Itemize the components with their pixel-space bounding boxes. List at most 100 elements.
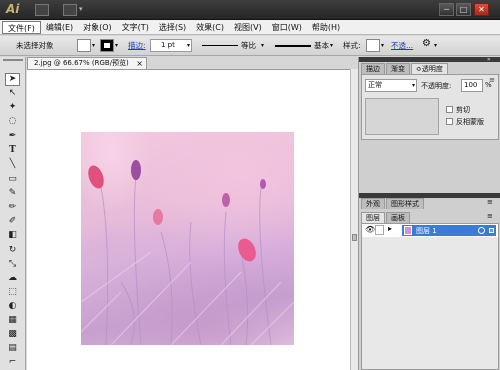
- menu-bar: 文件(F) 编辑(E) 对象(O) 文字(T) 选择(S) 效果(C) 视图(V…: [0, 20, 500, 35]
- tab-gradient[interactable]: 渐变: [386, 63, 410, 74]
- invert-mask-label: 反相蒙版: [456, 118, 484, 126]
- flower-photo: [81, 160, 294, 345]
- chevron-down-icon: ▾: [186, 42, 190, 49]
- menu-file[interactable]: 文件(F): [2, 20, 41, 34]
- opacity-label: 不透明度:: [421, 82, 452, 90]
- free-transform-tool-icon[interactable]: ⬚: [5, 286, 20, 299]
- vertical-scrollbar[interactable]: [350, 69, 358, 370]
- direct-selection-tool-icon[interactable]: ↖: [5, 87, 20, 100]
- chevron-down-icon[interactable]: ▾: [79, 5, 83, 13]
- restore-button[interactable]: □: [456, 3, 471, 16]
- opacity-input[interactable]: 100: [461, 79, 483, 92]
- profile-line: [202, 45, 238, 46]
- menu-type[interactable]: 文字(T): [117, 21, 154, 34]
- placed-image[interactable]: [81, 132, 294, 345]
- tab-artboards[interactable]: 画板: [386, 212, 410, 223]
- expand-triangle-icon[interactable]: ▸: [388, 224, 392, 233]
- opacity-value: 100: [464, 81, 478, 89]
- pencil-tool-icon[interactable]: ✏: [5, 201, 20, 214]
- arrange-documents-icon[interactable]: [63, 4, 77, 16]
- transparency-panel-tabs: 描边 渐变 ≎透明度: [361, 62, 499, 74]
- tools-panel: ➤ ↖ ✦ ◌ ✒ T ╲ ▭ ✎ ✏ ✐ ◧ ↻ ⤡ ☁ ⬚ ◐ ▦ ▩ ▤ …: [0, 57, 26, 370]
- eye-icon[interactable]: 👁: [365, 225, 375, 234]
- stroke-weight-select[interactable]: 1 pt ▾: [150, 39, 192, 52]
- tab-graphic-styles[interactable]: 图形样式: [386, 198, 424, 209]
- panel-menu-icon[interactable]: ≡: [487, 212, 493, 220]
- line-tool-icon[interactable]: ╲: [5, 158, 20, 171]
- transparency-panel: ≡ 正常 ▾ 不透明度: 100 % 剪切 反相蒙版: [361, 74, 499, 140]
- paintbrush-tool-icon[interactable]: ✎: [5, 187, 20, 200]
- mesh-tool-icon[interactable]: ▩: [5, 328, 20, 341]
- scrollbar-thumb[interactable]: [352, 234, 357, 241]
- invert-mask-checkbox[interactable]: [446, 118, 453, 125]
- menu-view[interactable]: 视图(V): [229, 21, 267, 34]
- blend-mode-select[interactable]: 正常 ▾: [365, 79, 417, 92]
- eyedropper-tool-icon[interactable]: ⌐: [5, 356, 20, 369]
- chevron-down-icon: ▾: [330, 42, 334, 49]
- document-setup-icon[interactable]: ⚙: [422, 38, 431, 50]
- bridge-icon[interactable]: [35, 4, 49, 16]
- brush-label: 基本: [314, 41, 329, 50]
- pen-tool-icon[interactable]: ✒: [5, 130, 20, 143]
- chevron-down-icon: ▾: [411, 82, 415, 89]
- stroke-swatch[interactable]: [100, 39, 114, 52]
- fill-swatch[interactable]: [77, 39, 91, 52]
- document-tab[interactable]: 2.jpg @ 66.67% (RGB/预览) ×: [27, 57, 147, 69]
- menu-object[interactable]: 对象(O): [78, 21, 117, 34]
- layer-thumbnail: [404, 226, 412, 235]
- selection-tool-icon[interactable]: ➤: [5, 73, 20, 86]
- gradient-tool-icon[interactable]: ▤: [5, 342, 20, 355]
- lasso-tool-icon[interactable]: ◌: [5, 115, 20, 128]
- chevron-down-icon[interactable]: ▾: [434, 40, 437, 52]
- lock-toggle[interactable]: [375, 225, 384, 235]
- mask-thumbnail[interactable]: [365, 98, 439, 135]
- title-bar: Ai ▾ ─ □ ✕: [0, 0, 500, 20]
- close-icon[interactable]: ×: [136, 58, 143, 69]
- stroke-link[interactable]: 描边:: [128, 40, 146, 52]
- control-bar: 未选择对象 ▾ ▾ 描边: 1 pt ▾ 等比 ▾ 基本 ▾ 样式: ▾ 不透..…: [0, 36, 500, 56]
- opacity-link[interactable]: 不透...: [391, 40, 413, 52]
- menu-edit[interactable]: 编辑(E): [41, 21, 78, 34]
- layers-panel-tabs: 图层 画板: [361, 211, 499, 223]
- target-icon[interactable]: [478, 227, 485, 234]
- layer-name: 图层 1: [416, 227, 437, 235]
- tab-layers[interactable]: 图层: [361, 212, 385, 223]
- clip-checkbox[interactable]: [446, 106, 453, 113]
- layer-row[interactable]: 👁 ▸ 图层 1: [362, 224, 498, 237]
- variable-width-profile[interactable]: 等比 ▾: [199, 40, 268, 52]
- scale-tool-icon[interactable]: ⤡: [5, 258, 20, 271]
- shape-builder-tool-icon[interactable]: ◐: [5, 300, 20, 313]
- type-tool-icon[interactable]: T: [5, 144, 20, 157]
- selection-indicator-icon[interactable]: [489, 228, 494, 233]
- warp-tool-icon[interactable]: ☁: [5, 272, 20, 285]
- brush-definition[interactable]: 基本 ▾: [272, 40, 337, 52]
- appearance-panel-tabs: 外观 图形样式: [361, 197, 499, 209]
- brush-line: [275, 45, 311, 47]
- panel-dock: » 描边 渐变 ≎透明度 ≡ 正常 ▾ 不透明度: 100 % 剪切 反相蒙版 外…: [358, 56, 500, 370]
- tab-transparency[interactable]: ≎透明度: [411, 63, 448, 74]
- graphic-style-swatch[interactable]: [366, 39, 380, 52]
- menu-effect[interactable]: 效果(C): [191, 21, 229, 34]
- menu-window[interactable]: 窗口(W): [267, 21, 307, 34]
- selection-status: 未选择对象: [16, 41, 54, 50]
- tab-stroke[interactable]: 描边: [361, 63, 385, 74]
- rotate-tool-icon[interactable]: ↻: [5, 244, 20, 257]
- tab-appearance[interactable]: 外观: [361, 198, 385, 209]
- blob-brush-tool-icon[interactable]: ✐: [5, 215, 20, 228]
- menu-help[interactable]: 帮助(H): [307, 21, 345, 34]
- profile-label: 等比: [241, 41, 256, 50]
- rectangle-tool-icon[interactable]: ▭: [5, 173, 20, 186]
- stroke-weight-value: 1 pt: [161, 41, 175, 49]
- chevron-down-icon[interactable]: ▾: [381, 40, 384, 52]
- perspective-grid-tool-icon[interactable]: ▦: [5, 314, 20, 327]
- minimize-button[interactable]: ─: [439, 3, 454, 16]
- chevron-down-icon[interactable]: ▾: [92, 40, 95, 52]
- eraser-tool-icon[interactable]: ◧: [5, 229, 20, 242]
- clip-label: 剪切: [456, 106, 470, 114]
- magic-wand-tool-icon[interactable]: ✦: [5, 101, 20, 114]
- panel-menu-icon[interactable]: ≡: [487, 198, 493, 206]
- panel-grip[interactable]: [3, 59, 23, 61]
- menu-select[interactable]: 选择(S): [154, 21, 191, 34]
- chevron-down-icon[interactable]: ▾: [115, 40, 118, 52]
- close-button[interactable]: ✕: [474, 3, 489, 16]
